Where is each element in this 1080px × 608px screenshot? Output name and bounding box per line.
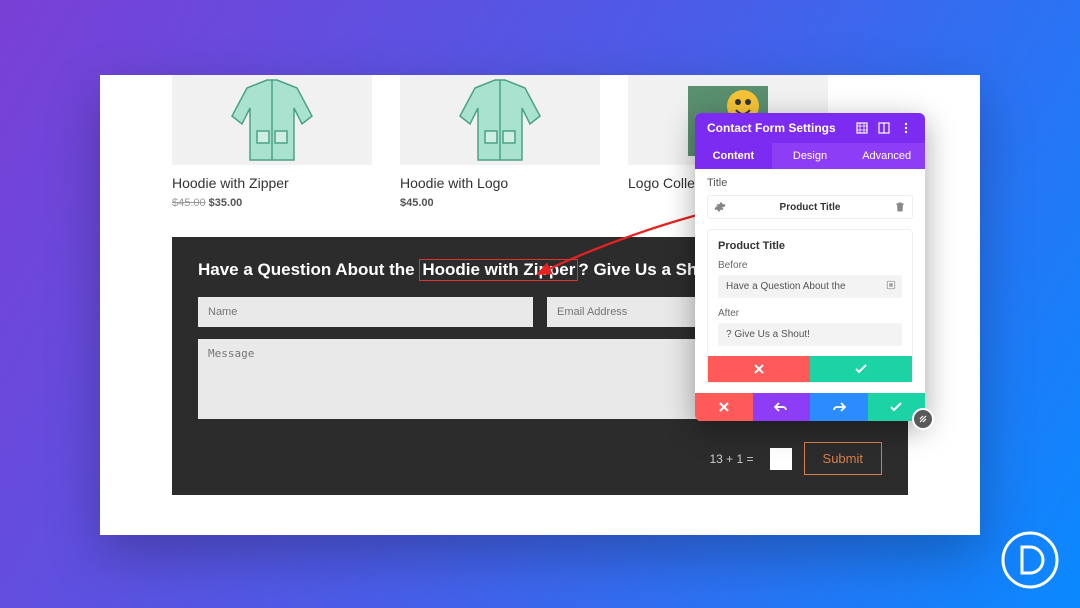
dynamic-title-highlight: Hoodie with Zipper: [419, 259, 578, 281]
name-input[interactable]: [198, 297, 533, 327]
divi-logo-icon: [1000, 530, 1060, 590]
settings-panel: Contact Form Settings Content Design Adv…: [695, 113, 925, 421]
product-price: $45.00$35.00: [172, 197, 372, 209]
section-label: Title: [695, 169, 925, 193]
captcha-label: 13 + 1 =: [709, 452, 753, 466]
panel-header[interactable]: Contact Form Settings: [695, 113, 925, 143]
dynamic-token-row[interactable]: Product Title: [707, 195, 913, 219]
cancel-button[interactable]: [708, 356, 810, 382]
more-icon[interactable]: [899, 121, 913, 135]
after-input[interactable]: [718, 323, 902, 346]
panel-action-bar: [695, 393, 925, 421]
before-input[interactable]: [718, 275, 902, 298]
product-price: $45.00: [400, 197, 600, 209]
tab-advanced[interactable]: Advanced: [848, 143, 925, 169]
product-image: [172, 75, 372, 165]
confirm-button[interactable]: [810, 356, 912, 382]
submit-button[interactable]: Submit: [804, 442, 882, 475]
product-name[interactable]: Hoodie with Logo: [400, 175, 600, 191]
product-card[interactable]: Hoodie with Logo $45.00: [400, 75, 600, 209]
columns-icon[interactable]: [877, 121, 891, 135]
product-card[interactable]: Hoodie with Zipper $45.00$35.00: [172, 75, 372, 209]
gear-icon[interactable]: [714, 201, 726, 213]
dynamic-token-editor: Product Title Before After: [707, 229, 913, 383]
undo-button[interactable]: [753, 393, 811, 421]
product-name[interactable]: Hoodie with Zipper: [172, 175, 372, 191]
before-label: Before: [718, 260, 902, 271]
expand-icon[interactable]: [855, 121, 869, 135]
product-image: [400, 75, 600, 165]
discard-button[interactable]: [695, 393, 753, 421]
dynamic-icon[interactable]: [886, 280, 896, 290]
after-label: After: [718, 308, 902, 319]
tab-content[interactable]: Content: [695, 143, 772, 169]
redo-button[interactable]: [810, 393, 868, 421]
resize-handle-icon[interactable]: [912, 408, 934, 430]
tab-design[interactable]: Design: [772, 143, 849, 169]
editor-heading: Product Title: [718, 240, 902, 252]
panel-tabs: Content Design Advanced: [695, 143, 925, 169]
captcha-input[interactable]: [770, 448, 792, 470]
trash-icon[interactable]: [894, 201, 906, 213]
